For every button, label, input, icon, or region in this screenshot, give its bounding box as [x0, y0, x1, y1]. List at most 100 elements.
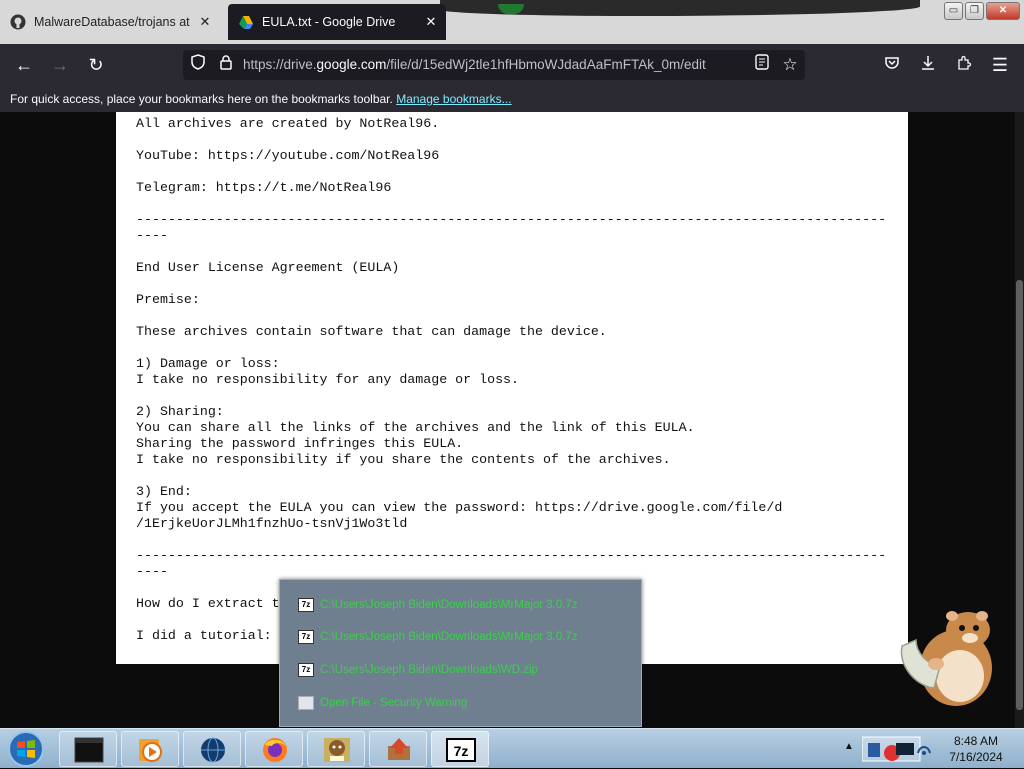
tab-label: EULA.txt - Google Drive [262, 15, 396, 29]
document-line: Telegram: https://t.me/NotReal96 [136, 180, 392, 195]
show-hidden-icons-icon[interactable]: ▲ [844, 741, 854, 752]
hamster-sticker [900, 611, 992, 706]
jumplist-item-label: C:\Users\Joseph Biden\Downloads\MrMajor … [320, 631, 578, 643]
pocket-icon[interactable] [879, 52, 905, 78]
document-line: ---- [136, 228, 168, 243]
navigation-bar: ← → ↻ https://drive.google.com/file/d/15… [0, 44, 1024, 86]
jumplist-popup: 7z C:\Users\Joseph Biden\Downloads\MrMaj… [279, 579, 642, 727]
taskbar-7zip[interactable]: 7z [431, 731, 489, 767]
tab-strip: MalwareDatabase/trojans at ma ✕ EULA.txt… [0, 0, 1024, 44]
7z-archive-icon: 7z [298, 663, 314, 677]
google-drive-icon [239, 16, 253, 29]
document-line: YouTube: https://youtube.com/NotReal96 [136, 148, 440, 163]
7z-archive-icon: 7z [298, 598, 314, 612]
extensions-icon[interactable] [951, 52, 977, 78]
shield-icon[interactable] [187, 54, 209, 76]
document-line: End User License Agreement (EULA) [136, 260, 400, 275]
window-icon [298, 696, 314, 710]
jumplist-item-label: C:\Users\Joseph Biden\Downloads\MrMajor … [320, 599, 578, 611]
scrollbar-thumb[interactable] [1016, 280, 1023, 710]
manage-bookmarks-link[interactable]: Manage bookmarks... [396, 92, 511, 106]
taskbar-media-player[interactable] [121, 731, 179, 767]
document-line: All archives are created by NotReal96. [136, 116, 440, 131]
taskbar-clock[interactable]: 8:48 AM 7/16/2024 [938, 733, 1014, 765]
document-line: 1) Damage or loss: [136, 356, 280, 371]
close-window-button[interactable]: ✕ [986, 2, 1020, 20]
menu-icon[interactable]: ☰ [987, 52, 1013, 78]
jumplist-item-label: Open File - Security Warning [320, 697, 468, 709]
network-icon[interactable] [916, 741, 932, 757]
jumplist-item-recent-file[interactable]: 7z C:\Users\Joseph Biden\Downloads\MrMaj… [298, 595, 578, 615]
jumplist-item-open-window[interactable]: Open File - Security Warning [298, 693, 467, 713]
jumplist-item-recent-file[interactable]: 7z C:\Users\Joseph Biden\Downloads\MrMaj… [298, 627, 578, 647]
taskbar-installer[interactable] [369, 731, 427, 767]
terminal-icon [74, 737, 104, 763]
jumplist-item-recent-file[interactable]: 7z C:\Users\Joseph Biden\Downloads\WD.zi… [298, 660, 538, 680]
bonzi-box-icon [324, 738, 350, 762]
firefox-icon [263, 738, 287, 762]
forward-button[interactable]: → [47, 52, 73, 78]
7zip-icon: 7z [446, 738, 476, 762]
bookmark-star-icon[interactable]: ☆ [779, 54, 801, 76]
globe-icon [201, 737, 225, 763]
media-player-icon [139, 739, 162, 762]
taskbar: 7z ▲ 8:48 AM 7/16/2024 [0, 728, 1024, 768]
taskbar-firefox[interactable] [245, 731, 303, 767]
tab-malware-database[interactable]: MalwareDatabase/trojans at ma ✕ [0, 4, 220, 40]
document-line: These archives contain software that can… [136, 324, 607, 339]
start-button[interactable] [6, 730, 46, 768]
restore-button[interactable]: ❐ [965, 2, 984, 20]
clock-date: 7/16/2024 [949, 750, 1003, 764]
installer-icon [388, 738, 410, 760]
taskbar-globe[interactable] [183, 731, 241, 767]
svg-text:7z: 7z [454, 743, 469, 759]
lock-icon[interactable] [215, 54, 237, 76]
document-line: ----------------------------------------… [136, 548, 887, 563]
document-line: If you accept the EULA you can view the … [136, 500, 783, 515]
reader-view-icon[interactable] [751, 54, 773, 76]
bookmarks-hint-text: For quick access, place your bookmarks h… [10, 92, 393, 106]
document-line: 2) Sharing: [136, 404, 224, 419]
tab-label: MalwareDatabase/trojans at ma [34, 15, 194, 29]
reload-button[interactable]: ↻ [83, 52, 109, 78]
minimize-button[interactable]: ▭ [944, 2, 963, 20]
close-tab-icon[interactable]: ✕ [420, 14, 442, 30]
url-bar[interactable]: https://drive.google.com/file/d/15edWj2t… [183, 50, 805, 80]
tray-app-icon[interactable] [862, 735, 922, 763]
jumplist-item-label: C:\Users\Joseph Biden\Downloads\WD.zip [320, 664, 538, 676]
document-line: Premise: [136, 292, 200, 307]
document-line: 3) End: [136, 484, 192, 499]
document-line: I take no responsibility for any damage … [136, 372, 520, 387]
github-icon [10, 14, 26, 30]
clock-time: 8:48 AM [953, 734, 999, 748]
tab-eula-google-drive[interactable]: EULA.txt - Google Drive ✕ [228, 4, 446, 40]
window-controls: ▭ ❐ ✕ [944, 2, 1020, 20]
document-line: ---- [136, 564, 168, 579]
decorative-blob [440, 0, 920, 16]
document-line: I take no responsibility if you share th… [136, 452, 671, 467]
document-line: You can share all the links of the archi… [136, 420, 695, 435]
url-text[interactable]: https://drive.google.com/file/d/15edWj2t… [243, 57, 706, 72]
close-tab-icon[interactable]: ✕ [194, 14, 216, 30]
document-line: /1ErjkeUorJLMh1fnzhUo-tsnVj1Wo3tld [136, 516, 408, 531]
bookmarks-toolbar: For quick access, place your bookmarks h… [0, 86, 1024, 112]
back-button[interactable]: ← [11, 52, 37, 78]
taskbar-bonzi-box[interactable] [307, 731, 365, 767]
document-line: ----------------------------------------… [136, 212, 887, 227]
7z-archive-icon: 7z [298, 630, 314, 644]
taskbar-terminal[interactable] [59, 731, 117, 767]
scrollbar[interactable] [1015, 112, 1024, 728]
downloads-icon[interactable] [915, 52, 941, 78]
document-text: All archives are created by NotReal96. Yo… [136, 116, 896, 644]
document-line: Sharing the password infringes this EULA… [136, 436, 464, 451]
